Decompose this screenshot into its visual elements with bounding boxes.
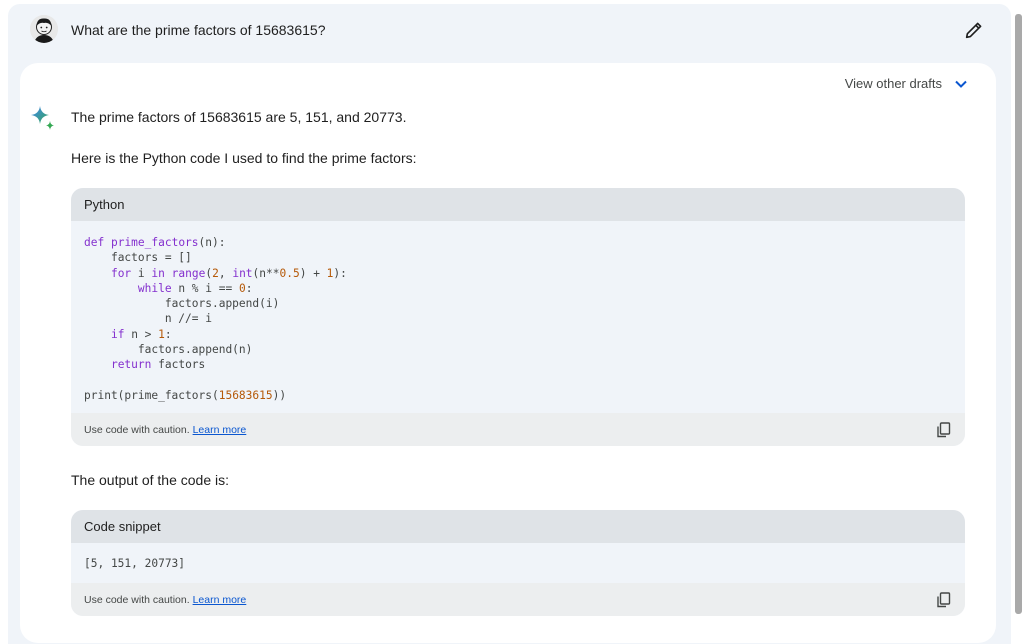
chevron-down-icon bbox=[955, 80, 967, 88]
copy-icon bbox=[937, 592, 951, 608]
code-block-snippet: Code snippet [5, 151, 20773] Use code wi… bbox=[71, 510, 965, 617]
code-footer: Use code with caution. Learn more bbox=[71, 413, 965, 447]
pencil-icon bbox=[965, 22, 982, 39]
user-query: What are the prime factors of 15683615? bbox=[30, 15, 990, 45]
learn-more-link[interactable]: Learn more bbox=[193, 594, 247, 606]
code-footer: Use code with caution. Learn more bbox=[71, 583, 965, 617]
code-content: def prime_factors(n): factors = [] for i… bbox=[71, 221, 965, 414]
code-content: [5, 151, 20773] bbox=[71, 543, 965, 584]
output-intro-text: The output of the code is: bbox=[71, 472, 229, 488]
query-text: What are the prime factors of 15683615? bbox=[71, 22, 326, 38]
code-language-label: Python bbox=[71, 188, 965, 221]
code-block-python: Python def prime_factors(n): factors = [… bbox=[71, 188, 965, 447]
intro-text: Here is the Python code I used to find t… bbox=[71, 150, 417, 166]
code-language-label: Code snippet bbox=[71, 510, 965, 543]
caution-note: Use code with caution. Learn more bbox=[84, 594, 247, 607]
drafts-label: View other drafts bbox=[844, 76, 942, 91]
copy-code-button[interactable] bbox=[935, 591, 953, 609]
scrollbar-thumb[interactable] bbox=[1015, 14, 1022, 614]
avatar bbox=[30, 15, 58, 43]
learn-more-link[interactable]: Learn more bbox=[193, 424, 247, 436]
caution-note: Use code with caution. Learn more bbox=[84, 424, 247, 437]
view-other-drafts-button[interactable]: View other drafts bbox=[845, 76, 968, 91]
edit-query-button[interactable] bbox=[963, 19, 985, 41]
sparkle-icon bbox=[31, 106, 54, 130]
copy-code-button[interactable] bbox=[935, 421, 953, 439]
answer-text: The prime factors of 15683615 are 5, 151… bbox=[71, 109, 407, 125]
response-card: View other drafts The prime factors of 1… bbox=[20, 63, 996, 643]
copy-icon bbox=[937, 422, 951, 438]
